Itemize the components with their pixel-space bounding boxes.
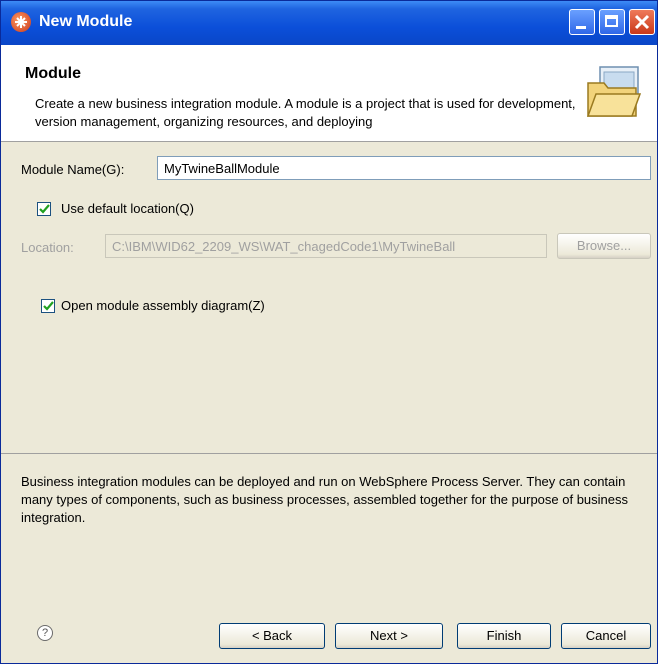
use-default-location-label: Use default location(Q) [61,201,194,216]
close-icon [634,14,650,30]
module-name-label: Module Name(G): [21,162,125,177]
back-button[interactable]: < Back [219,623,325,649]
wizard-banner: Module Create a new business integration… [1,45,657,142]
location-field[interactable]: C:\IBM\WID62_2209_WS\WAT_chagedCode1\MyT… [105,234,547,258]
checkmark-icon [43,301,54,311]
window-title: New Module [39,13,133,30]
info-text: Business integration modules can be depl… [21,474,629,525]
open-diagram-label: Open module assembly diagram(Z) [61,298,265,313]
app-icon [11,12,31,32]
maximize-icon [605,15,618,27]
page-title: Module [25,65,81,82]
close-button[interactable] [629,9,655,35]
cancel-button[interactable]: Cancel [561,623,651,649]
page-description: Create a new business integration module… [35,96,576,129]
module-name-field[interactable]: MyTwineBallModule [157,156,651,180]
location-label: Location: [21,240,74,255]
maximize-button[interactable] [599,9,625,35]
browse-button[interactable]: Browse... [557,233,651,259]
new-module-dialog: New Module Module Create a new business … [0,0,658,664]
finish-button[interactable]: Finish [457,623,551,649]
folder-icon [586,66,642,117]
minimize-icon [576,26,586,29]
minimize-button[interactable] [569,9,595,35]
help-icon[interactable]: ? [37,625,53,641]
checkmark-icon [39,204,50,214]
next-button[interactable]: Next > [335,623,443,649]
use-default-location-checkbox[interactable] [37,202,51,216]
open-diagram-checkbox[interactable] [41,299,55,313]
divider [1,453,657,454]
title-bar[interactable]: New Module [1,1,657,45]
